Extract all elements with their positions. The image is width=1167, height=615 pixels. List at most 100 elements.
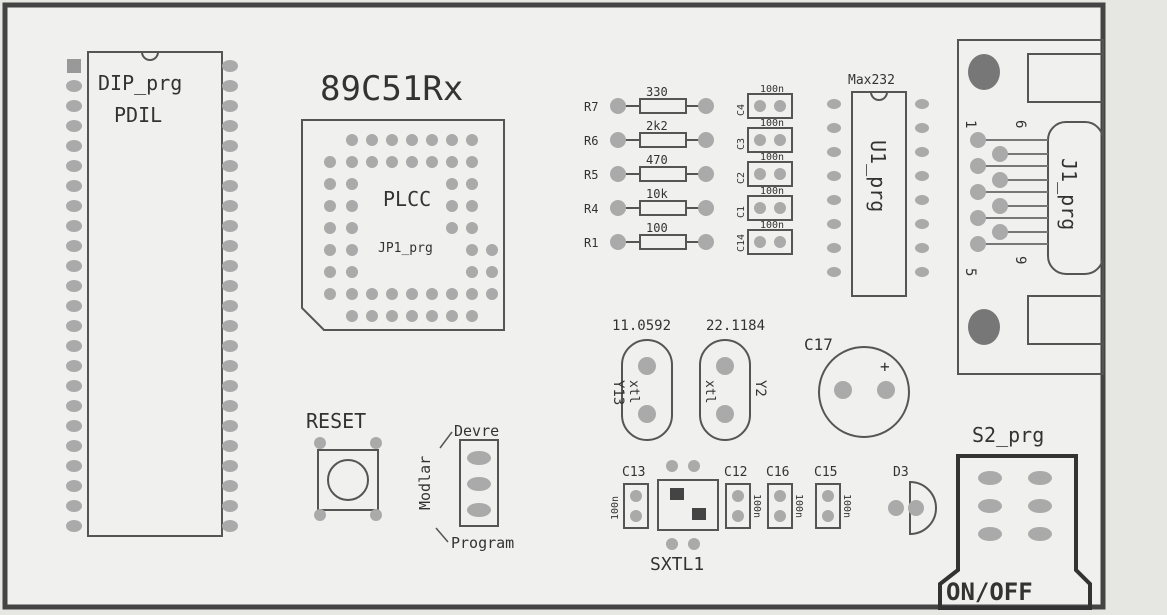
plcc-pad — [446, 156, 458, 168]
resistor-value: 470 — [646, 153, 668, 167]
c16-label: C16 — [766, 465, 789, 480]
resistor-value: 10k — [646, 187, 668, 201]
max232-label: Max232 — [848, 73, 895, 88]
plcc-pad — [486, 266, 498, 278]
dip-pad — [66, 240, 82, 252]
plcc-pad — [466, 266, 478, 278]
max232-pad — [827, 267, 841, 277]
dip-pad — [222, 440, 238, 452]
dip-pad — [66, 220, 82, 232]
plcc-pad — [466, 134, 478, 146]
plcc-pad — [346, 200, 358, 212]
dip-pad — [222, 520, 238, 532]
capacitor-value: 100n — [760, 220, 784, 231]
dip-pad — [222, 260, 238, 272]
plcc-pad — [346, 244, 358, 256]
dip-pad — [222, 500, 238, 512]
max232-pad — [827, 123, 841, 133]
dip-pad — [222, 320, 238, 332]
dip-pad — [222, 340, 238, 352]
board-outline — [2, 2, 1106, 610]
capacitor-ref: C4 — [736, 104, 747, 116]
plcc-pad — [386, 134, 398, 146]
max232-pad — [915, 267, 929, 277]
dip-pad — [66, 80, 82, 92]
plcc-pad — [406, 288, 418, 300]
db9-pad — [992, 172, 1008, 188]
plcc-pad — [346, 310, 358, 322]
dip-pad — [66, 160, 82, 172]
dip-pad — [222, 280, 238, 292]
dip-pad — [222, 100, 238, 112]
resistor-ref: R5 — [584, 168, 598, 182]
plcc-pad — [446, 222, 458, 234]
capacitor-value: 100n — [760, 152, 784, 163]
dip-pad — [222, 240, 238, 252]
dip-pad — [66, 340, 82, 352]
plcc-pad — [486, 288, 498, 300]
u1-label: U1_prg — [866, 140, 890, 212]
plcc-pad — [426, 288, 438, 300]
max232-pad — [827, 99, 841, 109]
d3-label: D3 — [893, 465, 909, 480]
capacitor-value: 100n — [760, 118, 784, 129]
j1-label: J1_prg — [1057, 158, 1081, 230]
max232-pad — [827, 147, 841, 157]
plcc-pad — [466, 222, 478, 234]
dip-pad — [66, 420, 82, 432]
plcc-pad — [486, 244, 498, 256]
plcc-pad — [406, 134, 418, 146]
max232-pad — [915, 171, 929, 181]
c17-label: C17 — [804, 335, 833, 354]
dip-pad — [222, 220, 238, 232]
onoff-label: ON/OFF — [946, 578, 1033, 606]
plcc-pad — [386, 310, 398, 322]
dip-pad — [66, 180, 82, 192]
plcc-pad — [406, 156, 418, 168]
plcc-pad — [346, 178, 358, 190]
dip-pad — [222, 120, 238, 132]
dip-pad — [222, 400, 238, 412]
max232-pad — [915, 195, 929, 205]
resistor-ref: R7 — [584, 100, 598, 114]
plcc-pad — [324, 156, 336, 168]
plcc-pad — [446, 288, 458, 300]
resistor-ref: R6 — [584, 134, 598, 148]
capacitor-ref: C2 — [736, 172, 747, 184]
dip-pad — [66, 440, 82, 452]
db9-pad — [970, 158, 986, 174]
dip-label: DIP_prg — [98, 71, 182, 95]
dip-pad — [66, 260, 82, 272]
dip-pad — [222, 140, 238, 152]
xtal-freq2: 22.1184 — [706, 318, 765, 334]
dip-pad — [66, 400, 82, 412]
dip-pad — [66, 200, 82, 212]
plcc-label: PLCC — [383, 187, 431, 211]
dip-pad — [66, 500, 82, 512]
reset-label: RESET — [306, 409, 366, 433]
dip-pad — [222, 460, 238, 472]
plcc-pad — [466, 244, 478, 256]
db9-pad — [992, 198, 1008, 214]
dip-pad — [66, 460, 82, 472]
plcc-pad — [406, 310, 418, 322]
plcc-pad — [466, 178, 478, 190]
dip-pad — [222, 420, 238, 432]
capacitor-value: 100n — [760, 84, 784, 95]
xtal-y3-label: Y13 — [610, 380, 626, 405]
db9-pad — [992, 224, 1008, 240]
dip-pad — [222, 300, 238, 312]
pdil-label: PDIL — [114, 103, 162, 127]
capacitor-ref: C14 — [736, 234, 747, 252]
sxtl-label: SXTL1 — [650, 554, 704, 575]
capacitor-ref: C3 — [736, 138, 747, 150]
plcc-pad — [386, 288, 398, 300]
plcc-pad — [466, 200, 478, 212]
plcc-pad — [346, 288, 358, 300]
pcb-silkscreen: DIP_prg PDIL 89C51Rx PLCC JP1_prg R7 330 R… — [0, 0, 1167, 615]
c12-value: 100n — [751, 494, 762, 518]
dip-pad — [222, 60, 238, 72]
dip-pad — [222, 360, 238, 372]
c15-value: 100n — [841, 494, 852, 518]
max232-pad — [827, 219, 841, 229]
